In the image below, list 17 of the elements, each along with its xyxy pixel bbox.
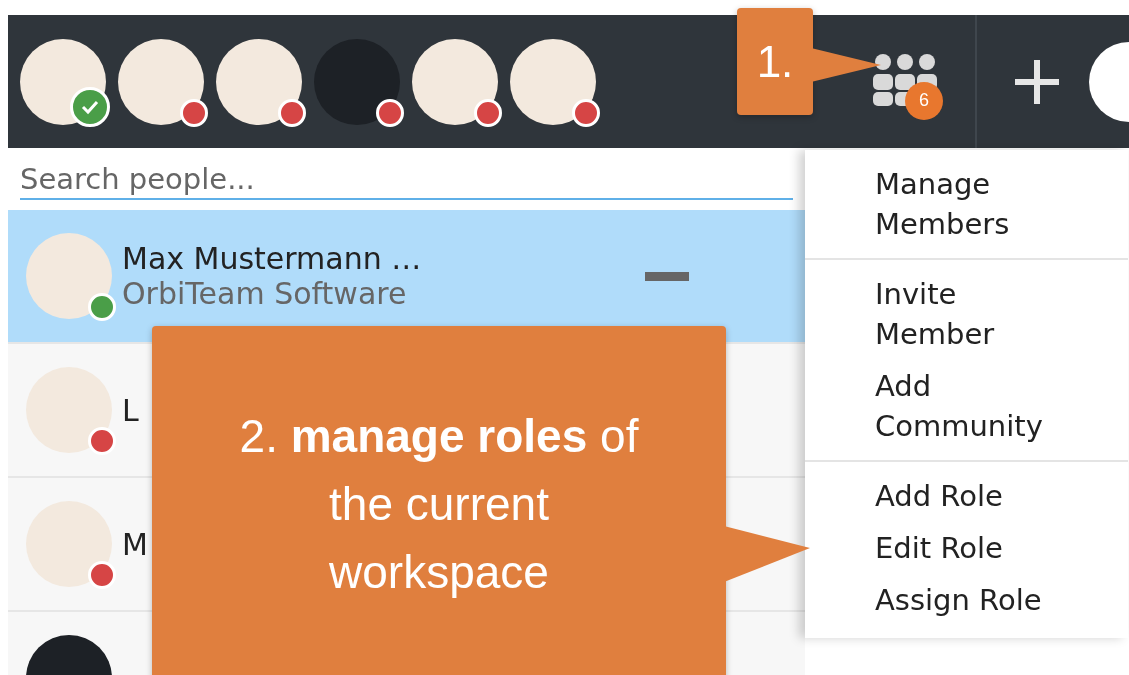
person-name: M <box>122 526 148 562</box>
person-name: L <box>122 392 139 428</box>
person-row[interactable]: Max Mustermann … OrbiTeam Software <box>8 210 805 344</box>
count-badge: 6 <box>905 81 943 120</box>
menu-item[interactable]: Assign Role <box>805 574 1128 626</box>
person-name: Max Mustermann … <box>122 241 422 276</box>
menu-item[interactable]: Add Role <box>805 470 1128 522</box>
menu-item[interactable]: Manage Members <box>805 158 1128 250</box>
person-organization: OrbiTeam Software <box>122 276 407 311</box>
search-bar[interactable]: Search people... <box>8 148 805 210</box>
search-field[interactable]: Search people... <box>20 160 793 200</box>
plus-icon <box>1013 57 1061 106</box>
remove-button[interactable] <box>645 271 689 281</box>
menu-item[interactable]: Add Community <box>805 360 1128 452</box>
callout-pointer <box>811 48 881 82</box>
menu-item[interactable]: Invite Member <box>805 268 1128 360</box>
callout-text: 2. manage roles of the current workspace <box>238 409 640 600</box>
